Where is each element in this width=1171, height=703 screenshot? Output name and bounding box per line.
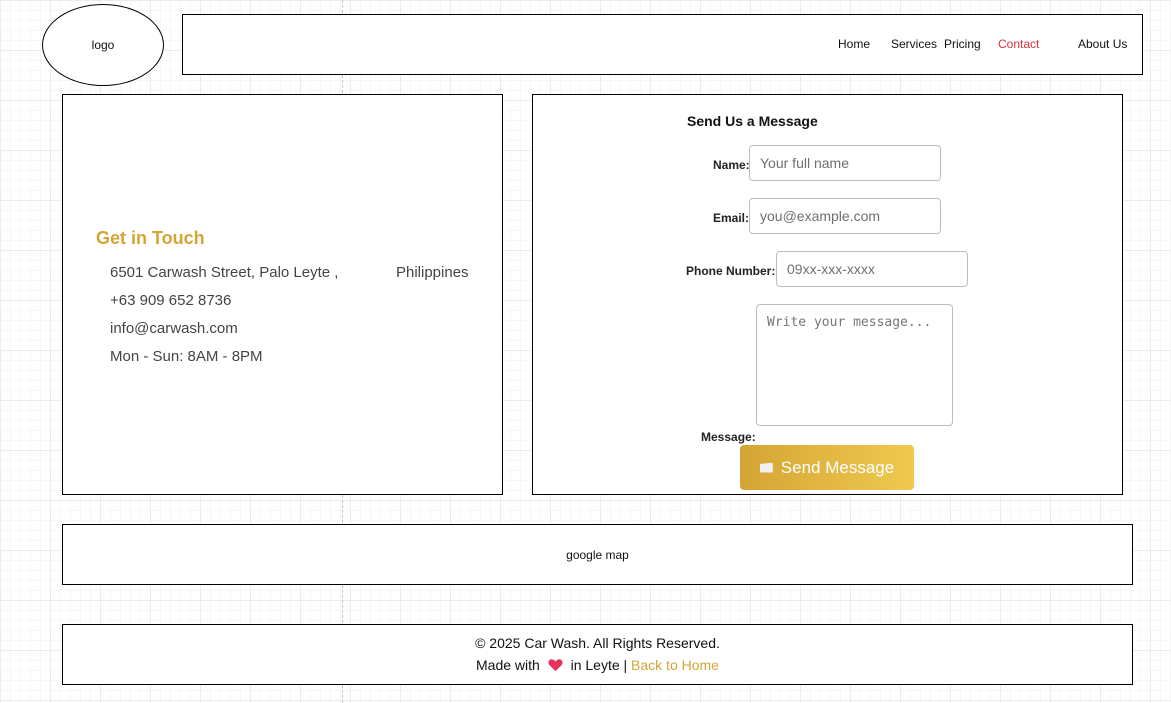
footer: © 2025 Car Wash. All Rights Reserved. Ma…	[62, 624, 1133, 685]
footer-copyright: © 2025 Car Wash. All Rights Reserved.	[475, 635, 720, 651]
send-message-label: Send Message	[780, 457, 895, 477]
info-title: Get in Touch	[96, 228, 205, 248]
heart-icon	[548, 658, 563, 672]
envelope-icon	[759, 462, 773, 473]
message-label: Message:	[701, 430, 756, 444]
info-country: Philippines	[396, 264, 469, 281]
info-phone: +63 909 652 8736	[110, 292, 232, 309]
map-placeholder[interactable]: google map	[62, 524, 1133, 585]
name-label: Name:	[713, 158, 750, 172]
made-with-text: Made with	[476, 657, 540, 673]
email-input[interactable]	[749, 198, 941, 234]
nav-contact[interactable]: Contact	[998, 37, 1039, 51]
nav-home[interactable]: Home	[838, 37, 870, 51]
phone-input[interactable]	[776, 251, 968, 287]
contact-form-panel: Send Us a Message Name: Email: Phone Num…	[532, 94, 1123, 495]
info-email: info@carwash.com	[110, 320, 238, 337]
logo[interactable]: logo	[42, 4, 164, 86]
map-label: google map	[566, 547, 629, 562]
form-title: Send Us a Message	[687, 113, 818, 129]
location-text: in Leyte |	[570, 657, 628, 673]
navbar: Home Services Pricing Contact About Us	[182, 14, 1143, 75]
phone-label: Phone Number:	[686, 264, 776, 278]
nav-about-us[interactable]: About Us	[1078, 37, 1127, 51]
info-address: 6501 Carwash Street, Palo Leyte ,	[110, 264, 339, 281]
contact-info-panel: Get in Touch 6501 Carwash Street, Palo L…	[62, 94, 503, 495]
message-textarea[interactable]	[756, 304, 953, 426]
logo-text: logo	[91, 38, 115, 52]
footer-made-with: Made with in Leyte | Back to Home	[63, 657, 1132, 673]
name-input[interactable]	[749, 145, 941, 181]
info-hours: Mon - Sun: 8AM - 8PM	[110, 348, 263, 365]
nav-pricing[interactable]: Pricing	[944, 37, 981, 51]
send-message-button[interactable]: Send Message	[740, 445, 914, 490]
email-label: Email:	[713, 211, 750, 225]
nav-services[interactable]: Services	[891, 37, 937, 51]
back-to-home-link[interactable]: Back to Home	[631, 657, 719, 673]
